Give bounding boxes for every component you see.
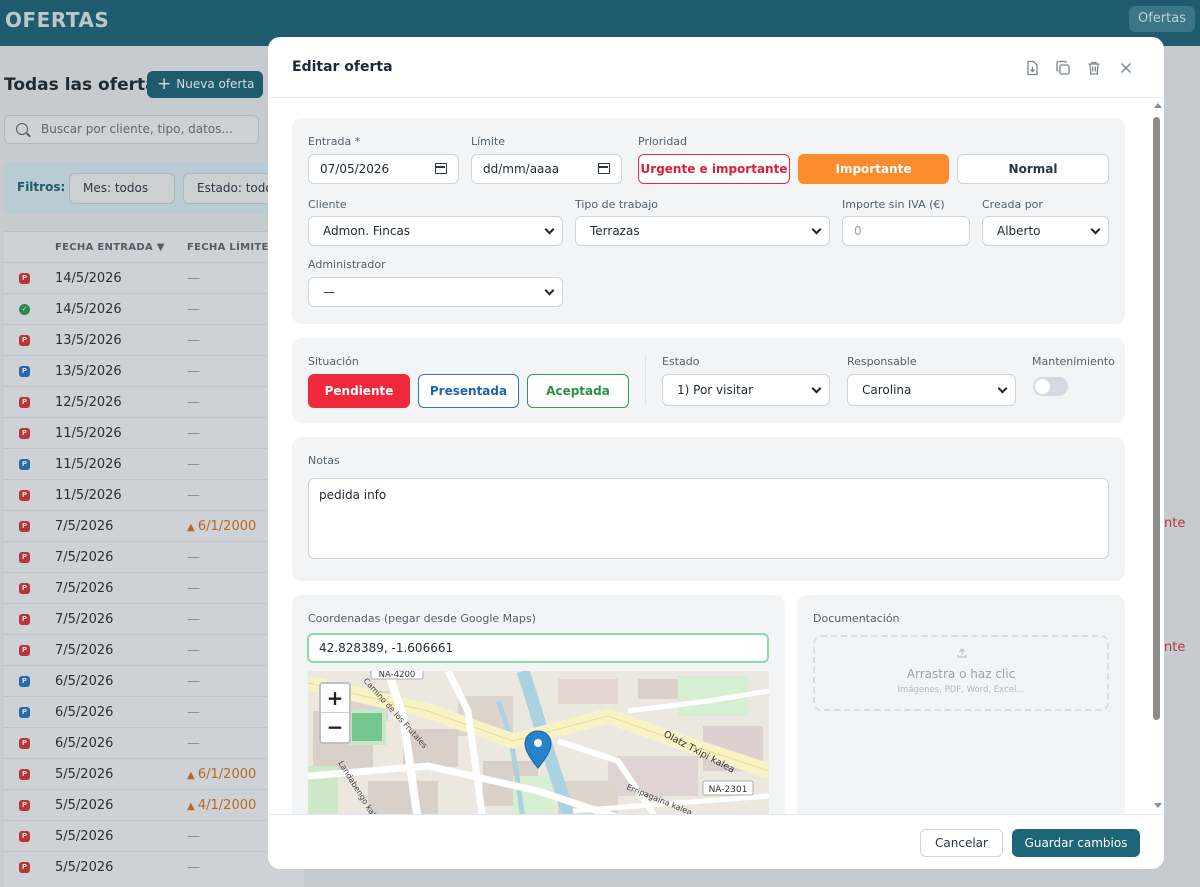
limite-value: dd/mm/aaaa [483, 162, 560, 176]
priority-normal-button[interactable]: Normal [957, 154, 1109, 184]
limite-date-input[interactable]: dd/mm/aaaa [471, 154, 622, 184]
trash-icon[interactable] [1086, 60, 1102, 76]
coordinates-card: Coordenadas (pegar desde Google Maps) 42… [292, 595, 785, 815]
file-dropzone[interactable]: Arrastra o haz clic Imágenes, PDF, Word,… [813, 635, 1109, 711]
location-map[interactable]: NA-4200 NA-2301 Olatz Txipi kalea Camino… [308, 671, 769, 815]
creada-label: Creada por [982, 198, 1043, 211]
map-label-na2301: NA-2301 [709, 785, 748, 795]
estado-label: Estado [662, 355, 700, 368]
chevron-down-icon [544, 224, 555, 235]
cliente-label: Cliente [308, 198, 347, 211]
status-divider [645, 356, 646, 406]
tipo-value: Terrazas [590, 224, 640, 238]
cliente-value: Admon. Fincas [323, 224, 411, 238]
priority-urgent-button[interactable]: Urgente e importante [638, 154, 790, 184]
responsable-value: Carolina [862, 383, 912, 397]
dropzone-text: Arrastra o haz clic [906, 667, 1016, 681]
notas-textarea[interactable]: pedida info [308, 478, 1109, 559]
notas-label: Notas [308, 454, 340, 467]
status-card: Situación Pendiente Presentada Aceptada … [292, 338, 1125, 423]
calendar-icon[interactable] [435, 163, 447, 174]
footer-divider [268, 814, 1164, 815]
scroll-thumb[interactable] [1153, 117, 1160, 720]
edit-offer-modal: Editar oferta Entrada * 07/05/2026 Límit… [268, 37, 1164, 869]
map-label-na4200: NA-4200 [379, 671, 416, 680]
download-icon[interactable] [1024, 60, 1040, 76]
chevron-down-icon [811, 383, 822, 394]
scroll-down-arrow[interactable] [1154, 803, 1162, 808]
coords-input[interactable]: 42.828389, -1.606661 [307, 633, 769, 663]
entrada-label: Entrada * [308, 135, 361, 148]
notes-card: Notas pedida info [292, 437, 1125, 581]
cancel-button[interactable]: Cancelar [920, 829, 1003, 857]
chevron-down-icon [811, 224, 822, 235]
documentation-card: Documentación Arrastra o haz clic Imágen… [797, 595, 1125, 815]
coords-label: Coordenadas (pegar desde Google Maps) [308, 612, 536, 625]
limite-label: Límite [471, 135, 506, 148]
responsable-select[interactable]: Carolina [847, 374, 1016, 406]
admin-select[interactable]: — [308, 277, 563, 307]
offer-details-card: Entrada * 07/05/2026 Límite dd/mm/aaaa P… [292, 118, 1125, 324]
calendar-icon[interactable] [598, 163, 610, 174]
responsable-label: Responsable [847, 355, 917, 368]
admin-label: Administrador [308, 258, 386, 271]
chevron-down-icon [1090, 224, 1101, 235]
zoom-out-button[interactable]: − [321, 713, 349, 742]
importe-input[interactable]: 0 [842, 216, 970, 246]
mantenimiento-toggle[interactable] [1033, 377, 1068, 396]
admin-value: — [323, 285, 335, 299]
doc-label: Documentación [813, 612, 900, 625]
entrada-value: 07/05/2026 [320, 162, 390, 176]
estado-select[interactable]: 1) Por visitar [662, 374, 830, 406]
save-button[interactable]: Guardar cambios [1012, 829, 1140, 857]
chevron-down-icon [997, 383, 1008, 394]
importe-label: Importe sin IVA (€) [842, 198, 945, 211]
estado-value: 1) Por visitar [677, 383, 754, 397]
close-icon[interactable] [1118, 60, 1134, 76]
modal-body: Entrada * 07/05/2026 Límite dd/mm/aaaa P… [268, 98, 1164, 815]
cliente-select[interactable]: Admon. Fincas [308, 216, 563, 246]
zoom-in-button[interactable]: + [321, 684, 349, 713]
entrada-date-input[interactable]: 07/05/2026 [308, 154, 459, 184]
situation-pending-button[interactable]: Pendiente [308, 374, 410, 408]
dropzone-hint: Imágenes, PDF, Word, Excel... [897, 685, 1025, 695]
prioridad-label: Prioridad [638, 135, 688, 148]
chevron-down-icon [544, 285, 555, 296]
upload-icon [957, 648, 967, 658]
creada-value: Alberto [997, 224, 1041, 238]
scroll-up-arrow[interactable] [1154, 103, 1162, 108]
priority-important-button[interactable]: Importante [798, 154, 949, 184]
creada-select[interactable]: Alberto [982, 216, 1109, 246]
map-tiles: NA-4200 NA-2301 Olatz Txipi kalea Camino… [308, 671, 769, 815]
modal-title: Editar oferta [292, 59, 393, 75]
tipo-label: Tipo de trabajo [575, 198, 658, 211]
mantenimiento-label: Mantenimiento [1032, 355, 1115, 368]
copy-icon[interactable] [1055, 60, 1071, 76]
situacion-label: Situación [308, 355, 359, 368]
tipo-select[interactable]: Terrazas [575, 216, 830, 246]
map-zoom-control: + − [319, 682, 351, 744]
situation-accepted-button[interactable]: Aceptada [527, 374, 629, 408]
situation-presented-button[interactable]: Presentada [418, 374, 519, 408]
toggle-knob [1035, 379, 1050, 394]
